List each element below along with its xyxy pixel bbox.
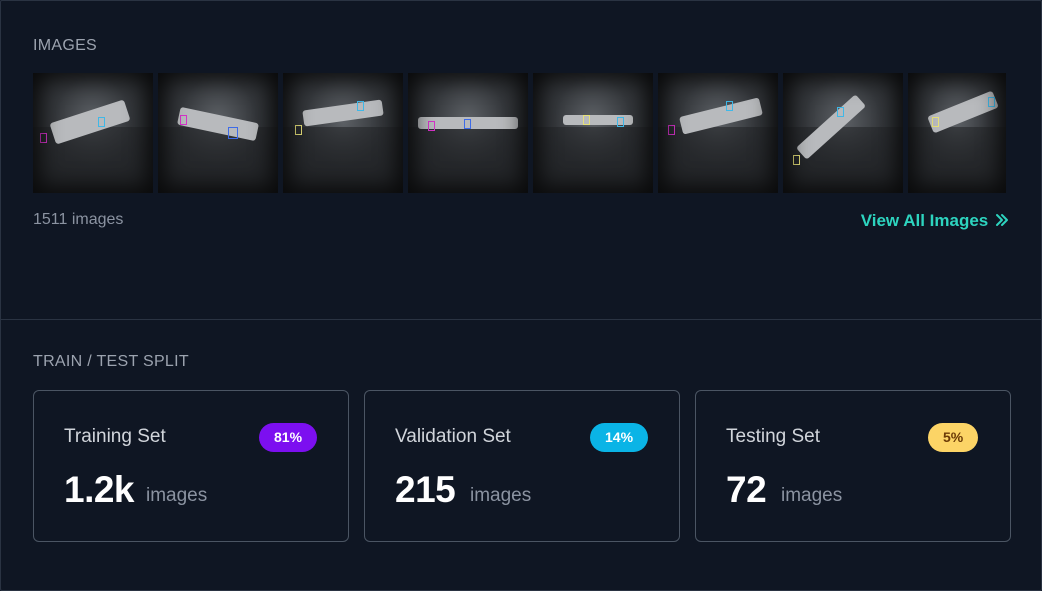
thumbnail-2[interactable]	[158, 73, 278, 193]
validation-count-value: 215	[395, 469, 456, 510]
view-all-images-link[interactable]: View All Images	[861, 211, 1009, 232]
thumbnail-8[interactable]	[908, 73, 1006, 193]
testing-set-card[interactable]: Testing Set 5% 72 images	[695, 390, 1011, 542]
thumbnail-1[interactable]	[33, 73, 153, 193]
thumbnail-6[interactable]	[658, 73, 778, 193]
thumbnail-5[interactable]	[533, 73, 653, 193]
validation-set-card[interactable]: Validation Set 14% 215 images	[364, 390, 680, 542]
thumbnail-strip	[33, 73, 1011, 193]
thumbnail-3[interactable]	[283, 73, 403, 193]
view-all-images-label: View All Images	[860, 211, 989, 230]
training-set-label: Training Set	[64, 426, 166, 447]
training-count-unit: images	[146, 485, 208, 506]
split-section-title: TRAIN / TEST SPLIT	[33, 353, 189, 370]
section-divider	[1, 319, 1041, 320]
image-count: 1511 images	[33, 211, 124, 228]
images-section-title: IMAGES	[33, 37, 98, 54]
training-set-card[interactable]: Training Set 81% 1.2k images	[33, 390, 349, 542]
double-chevron-right-icon	[995, 212, 1009, 232]
testing-count-unit: images	[781, 485, 843, 506]
testing-set-label: Testing Set	[726, 426, 820, 447]
thumbnail-4[interactable]	[408, 73, 528, 193]
testing-count-value: 72	[726, 469, 767, 510]
validation-set-label: Validation Set	[395, 426, 511, 447]
training-percent-badge: 81%	[259, 423, 318, 452]
thumbnail-7[interactable]	[783, 73, 903, 193]
validation-percent-badge: 14%	[590, 423, 649, 452]
testing-percent-badge: 5%	[928, 423, 979, 452]
dataset-overview-panel: IMAGES 1511 images View All Images TRAIN…	[0, 0, 1042, 591]
validation-count-unit: images	[470, 485, 532, 506]
training-count-value: 1.2k	[64, 469, 135, 510]
